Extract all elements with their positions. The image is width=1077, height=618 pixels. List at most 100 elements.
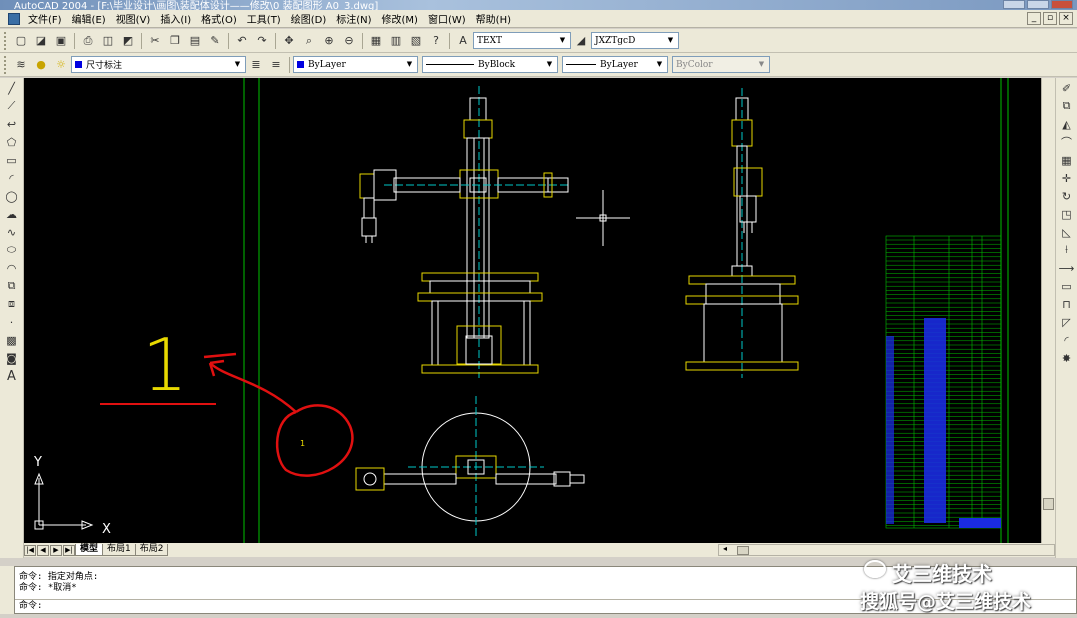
command-grip[interactable] [0,566,14,614]
menu-view[interactable]: 视图(V) [111,11,156,26]
design-center-icon[interactable]: ▥ [387,32,405,50]
erase-icon[interactable]: ✐ [1058,80,1076,96]
prev-tab-button[interactable]: ◀ [37,544,49,556]
arc-icon[interactable]: ◜ [3,170,21,186]
break-icon[interactable]: ▭ [1058,278,1076,294]
spline-icon[interactable]: ∿ [3,224,21,240]
rotate-icon[interactable]: ↻ [1058,188,1076,204]
array-icon[interactable]: ▦ [1058,152,1076,168]
vertical-scrollbar[interactable] [1041,78,1055,543]
mirror-icon[interactable]: ◭ [1058,116,1076,132]
menu-edit[interactable]: 编辑(E) [67,11,111,26]
rectangle-icon[interactable]: ▭ [3,152,21,168]
chevron-down-icon[interactable]: ▼ [653,58,666,71]
match-properties-icon[interactable]: ✎ [206,32,224,50]
menu-tools[interactable]: 工具(T) [242,11,286,26]
layer-select[interactable]: 尺寸标注 ▼ [71,56,246,73]
make-current-layer-icon[interactable]: ≣ [247,56,265,74]
doc-close-button[interactable]: × [1059,12,1073,25]
polygon-icon[interactable]: ⬠ [3,134,21,150]
horizontal-scroll-thumb[interactable] [737,546,749,555]
chevron-down-icon[interactable]: ▼ [664,34,677,47]
zoom-realtime-icon[interactable]: ⌕ [300,32,318,50]
stretch-icon[interactable]: ◺ [1058,224,1076,240]
chevron-down-icon[interactable]: ▼ [403,58,416,71]
menu-window[interactable]: 窗口(W) [423,11,471,26]
first-tab-button[interactable]: |◀ [24,544,36,556]
hatch-icon[interactable]: ▩ [3,332,21,348]
menu-modify[interactable]: 修改(M) [377,11,423,26]
preview-icon[interactable]: ◫ [99,32,117,50]
copy-icon[interactable]: ❐ [166,32,184,50]
linetype-select[interactable]: ByBlock ▼ [422,56,558,73]
minimize-button[interactable] [1003,0,1025,9]
new-icon[interactable]: ▢ [12,32,30,50]
multiline-text-icon[interactable]: A [3,368,21,384]
copy-object-icon[interactable]: ⧉ [1058,98,1076,114]
tool-palettes-icon[interactable]: ▧ [407,32,425,50]
revision-cloud-icon[interactable]: ☁ [3,206,21,222]
tab-model[interactable]: 模型 [75,544,104,556]
construction-line-icon[interactable]: ⟋ [3,98,21,114]
last-tab-button[interactable]: ▶| [63,544,75,556]
next-tab-button[interactable]: ▶ [50,544,62,556]
polyline-icon[interactable]: ↩ [3,116,21,132]
dim-style-select[interactable]: JXZTgcD ▼ [591,32,679,49]
close-button[interactable] [1051,0,1073,9]
chevron-down-icon[interactable]: ▼ [231,58,244,71]
properties-icon[interactable]: ▦ [367,32,385,50]
toolbar-grip[interactable] [4,55,8,74]
point-icon[interactable]: · [3,314,21,330]
chevron-down-icon[interactable]: ▼ [543,58,556,71]
layer-manager-icon[interactable]: ≋ [12,56,30,74]
toolbar-grip[interactable] [4,31,8,50]
tab-layout2[interactable]: 布局2 [134,544,169,556]
menu-format[interactable]: 格式(O) [196,11,242,26]
explode-icon[interactable]: ✸ [1058,350,1076,366]
menu-file[interactable]: 文件(F) [23,11,67,26]
region-icon[interactable]: ◙ [3,350,21,366]
print-icon[interactable]: ⎙ [79,32,97,50]
color-select[interactable]: ByLayer ▼ [293,56,418,73]
layer-previous-icon[interactable]: ≡ [267,56,285,74]
zoom-window-icon[interactable]: ⊕ [320,32,338,50]
document-icon[interactable] [8,12,20,25]
circle-icon[interactable]: ◯ [3,188,21,204]
sun-icon[interactable]: ☼ [52,56,70,74]
scroll-left-icon[interactable]: ◂ [723,544,727,553]
menu-dimension[interactable]: 标注(N) [331,11,376,26]
trim-icon[interactable]: ⟊ [1058,242,1076,258]
dim-style-icon[interactable]: ◢ [572,32,590,50]
horizontal-scrollbar[interactable]: ◂ [718,544,1055,556]
chevron-down-icon[interactable]: ▼ [556,34,569,47]
menu-draw[interactable]: 绘图(D) [286,11,332,26]
move-icon[interactable]: ✛ [1058,170,1076,186]
paste-icon[interactable]: ▤ [186,32,204,50]
fillet-icon[interactable]: ◜ [1058,332,1076,348]
doc-restore-button[interactable]: ▫ [1043,12,1057,25]
pan-icon[interactable]: ✥ [280,32,298,50]
lightbulb-icon[interactable]: ● [32,56,50,74]
ellipse-arc-icon[interactable]: ◠ [3,260,21,276]
ellipse-icon[interactable]: ⬭ [3,242,21,258]
chamfer-icon[interactable]: ◸ [1058,314,1076,330]
open-icon[interactable]: ◪ [32,32,50,50]
redo-icon[interactable]: ↷ [253,32,271,50]
menu-insert[interactable]: 插入(I) [155,11,196,26]
lineweight-select[interactable]: ByLayer ▼ [562,56,668,73]
help-icon[interactable]: ? [427,32,445,50]
offset-icon[interactable]: ⌒ [1058,134,1076,150]
undo-icon[interactable]: ↶ [233,32,251,50]
line-icon[interactable]: ╱ [3,80,21,96]
save-icon[interactable]: ▣ [52,32,70,50]
menu-help[interactable]: 帮助(H) [471,11,516,26]
maximize-button[interactable] [1027,0,1049,9]
drawing-canvas[interactable]: 1 1 Y X [24,78,1041,543]
cut-icon[interactable]: ✂ [146,32,164,50]
extend-icon[interactable]: ⟶ [1058,260,1076,276]
make-block-icon[interactable]: ⧈ [3,296,21,312]
tab-layout1[interactable]: 布局1 [102,544,136,556]
publish-icon[interactable]: ◩ [119,32,137,50]
scale-icon[interactable]: ◳ [1058,206,1076,222]
zoom-previous-icon[interactable]: ⊖ [340,32,358,50]
